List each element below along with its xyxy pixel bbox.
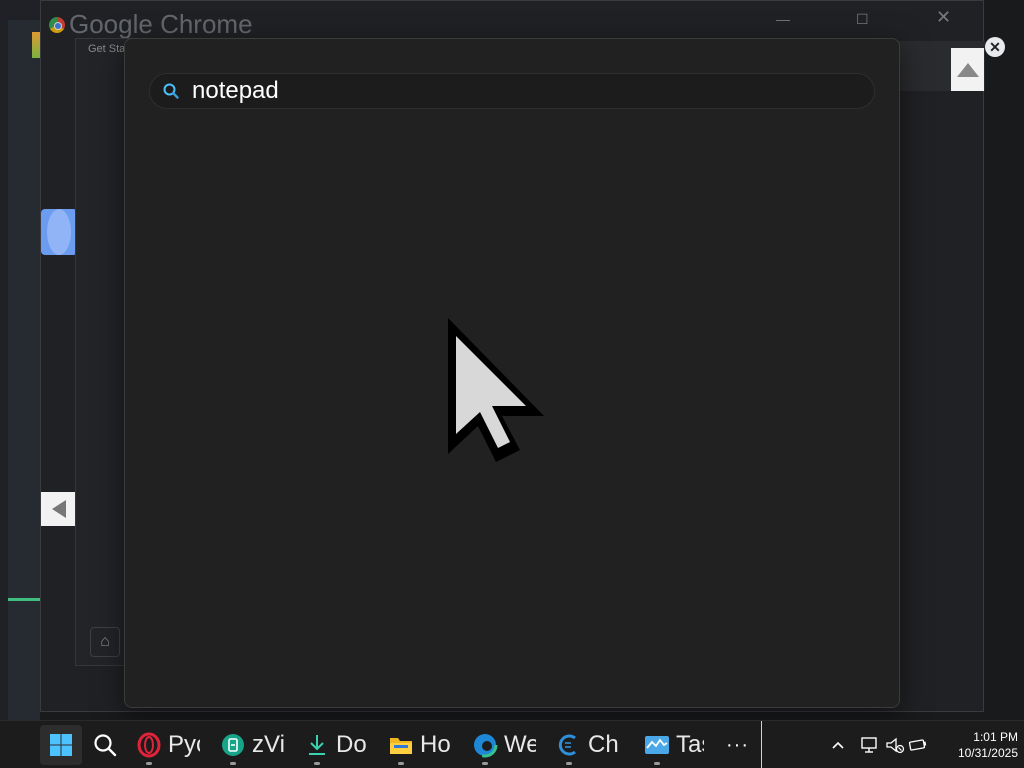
search-icon <box>94 734 117 757</box>
taskbar-search-button[interactable] <box>92 721 118 768</box>
background-window-left-pane <box>8 20 40 720</box>
volume-muted-icon <box>886 737 905 754</box>
taskbar-app-ch[interactable]: Ch <box>556 721 622 768</box>
taskbar-app-downloads[interactable]: Do <box>304 721 370 768</box>
running-indicator <box>654 762 660 765</box>
task-manager-icon <box>645 736 669 754</box>
taskbar-app-label: Tas <box>676 731 704 758</box>
progress-indicator <box>8 598 40 601</box>
zvi-icon <box>222 734 244 756</box>
arrow-left-icon <box>52 500 66 518</box>
mouse-pointer-icon <box>448 318 544 462</box>
app-icon <box>32 32 40 58</box>
running-indicator <box>566 762 572 765</box>
download-icon <box>309 735 325 755</box>
search-input[interactable] <box>192 77 852 105</box>
taskbar: Pyc zVi Do <box>0 720 1024 768</box>
minimize-icon[interactable]: — <box>776 11 790 27</box>
get-started-window-title: Get Sta <box>88 43 126 55</box>
tray-network-button[interactable] <box>860 721 880 768</box>
search-box[interactable] <box>149 73 875 109</box>
network-icon <box>861 737 877 753</box>
taskbar-app-label: Ch <box>588 731 619 758</box>
desktop: Google Chrome — ☐ ✕ ✕ Get Sta ⌂ notepad … <box>0 0 1024 768</box>
show-hidden-icons-button[interactable] <box>830 721 846 768</box>
chevron-up-icon <box>832 741 844 749</box>
arrow-up-icon <box>956 62 979 77</box>
background-window-left <box>0 0 40 720</box>
running-indicator <box>482 762 488 765</box>
battery-icon <box>908 739 927 751</box>
taskbar-overflow-button[interactable]: ··· <box>726 721 749 768</box>
clock-time: 1:01 PM <box>973 730 1018 744</box>
dismiss-close-icon[interactable]: ✕ <box>985 37 1005 57</box>
chrome-logo-icon <box>49 17 65 33</box>
running-indicator <box>314 762 320 765</box>
running-indicator <box>230 762 236 765</box>
page-graphic <box>41 209 77 255</box>
running-indicator <box>146 762 152 765</box>
clock-date: 10/31/2025 <box>957 746 1018 760</box>
search-icon <box>163 83 179 99</box>
start-button[interactable] <box>40 725 82 765</box>
edge-icon <box>472 732 498 758</box>
opera-icon <box>137 732 161 758</box>
windows-logo-icon <box>50 734 72 756</box>
maximize-icon[interactable]: ☐ <box>856 11 869 28</box>
home-icon[interactable]: ⌂ <box>90 627 120 657</box>
folder-icon <box>390 738 412 754</box>
taskbar-app-task-manager[interactable]: Tas <box>644 721 710 768</box>
close-icon[interactable]: ✕ <box>936 7 951 28</box>
running-indicator <box>398 762 404 765</box>
taskbar-app-label: zVi <box>252 731 284 758</box>
taskbar-app-zvi[interactable]: zVi <box>220 721 286 768</box>
taskbar-divider <box>761 721 762 768</box>
taskbar-app-edge[interactable]: We <box>472 721 538 768</box>
taskbar-app-label: Do <box>336 731 367 758</box>
taskbar-app-opera[interactable]: Pyc <box>136 721 202 768</box>
taskbar-app-label: We <box>504 731 536 758</box>
chrome-window-title: Google Chrome <box>69 9 253 39</box>
taskbar-app-file-explorer[interactable]: Ho <box>388 721 454 768</box>
scroll-left-button[interactable] <box>41 492 77 526</box>
taskbar-clock[interactable]: 1:01 PM 10/31/2025 <box>934 729 1018 761</box>
tray-battery-button[interactable] <box>908 721 928 768</box>
c-icon <box>558 734 576 756</box>
tray-volume-button[interactable] <box>885 721 905 768</box>
scroll-up-button[interactable] <box>951 48 984 91</box>
taskbar-app-label: Pyc <box>168 731 200 758</box>
more-icon: ··· <box>726 733 749 756</box>
taskbar-app-label: Ho <box>420 731 451 758</box>
